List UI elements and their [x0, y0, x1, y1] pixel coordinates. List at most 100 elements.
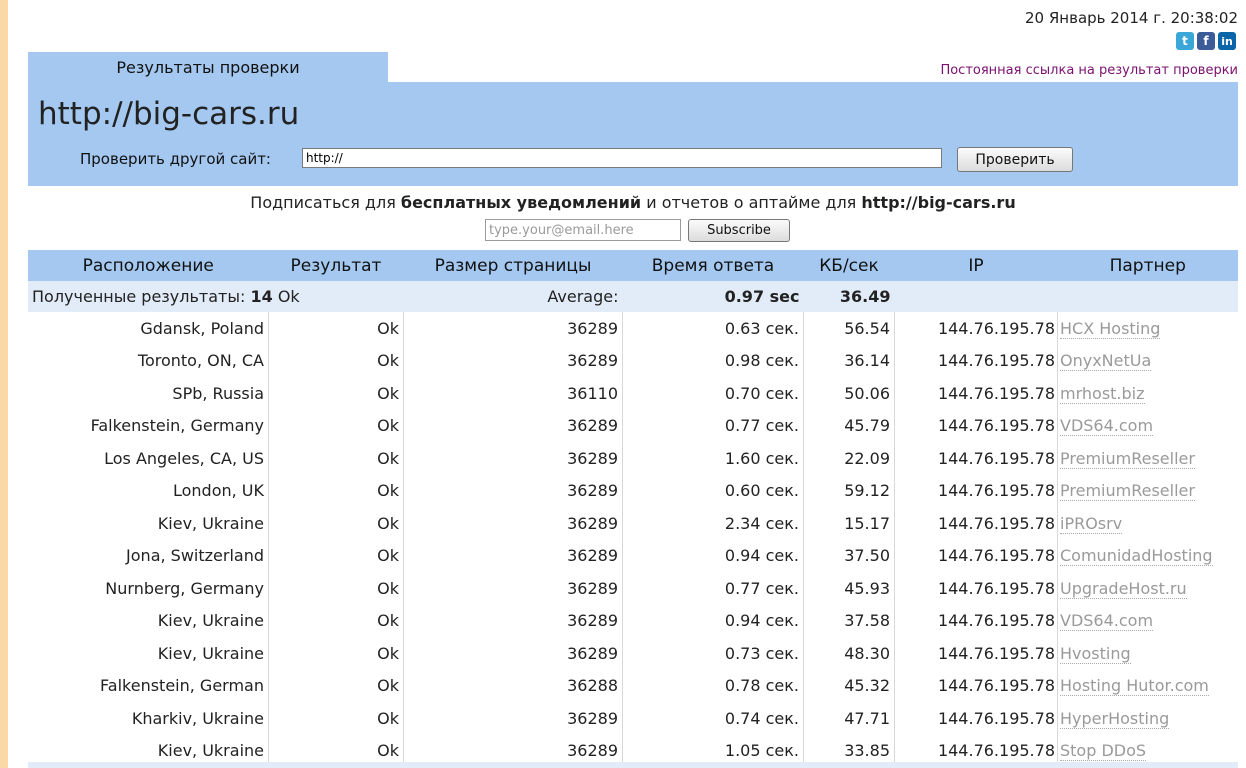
cell-kb: 56.54 [803, 312, 895, 345]
table-row: Toronto, ON, CA Ok 36289 0.98 сек. 36.14 144.… [28, 344, 1238, 377]
permalink-link[interactable]: Постоянная ссылка на результат проверки [940, 63, 1238, 78]
cell-size: 36289 [403, 344, 623, 377]
tab-results[interactable]: Результаты проверки [28, 52, 388, 82]
partner-link[interactable]: Hvosting [1060, 643, 1131, 664]
cell-kb: 36.14 [803, 344, 895, 377]
cell-time: 0.77 сек. [622, 572, 804, 605]
cell-partner: ComunidadHosting [1058, 540, 1239, 573]
cell-partner: VDS64.com [1058, 605, 1239, 638]
cell-size: 36289 [403, 604, 623, 637]
cell-result: Ok [268, 669, 404, 702]
summary-average-time: 0.97 sec [724, 287, 800, 306]
cell-location: Nurnberg, Germany [28, 572, 269, 605]
cell-location: Kiev, Ukraine [28, 507, 269, 540]
cell-ip: 144.76.195.78 [894, 442, 1058, 475]
table-row: Nurnberg, Germany Ok 36289 0.77 сек. 45.93 14… [28, 572, 1238, 605]
cell-location: Kharkiv, Ukraine [28, 702, 269, 735]
facebook-icon[interactable]: f [1197, 32, 1215, 50]
partner-link[interactable]: iPROsrv [1060, 513, 1123, 534]
table-row: Los Angeles, CA, US Ok 36289 1.60 сек. 22.09… [28, 442, 1238, 475]
partner-link[interactable]: UpgradeHost.ru [1060, 578, 1187, 599]
cell-result: Ok [268, 442, 404, 475]
cell-kb: 48.30 [803, 637, 895, 670]
cell-ip: 144.76.195.78 [894, 507, 1058, 540]
cell-partner: Hvosting [1058, 637, 1239, 670]
summary-results: Полученные результаты: 14 Ok [28, 281, 404, 312]
summary-count: 14 [250, 287, 273, 306]
cell-size: 36289 [403, 442, 623, 475]
partner-link[interactable]: HCX Hosting [1060, 318, 1161, 339]
cell-time: 0.78 сек. [622, 669, 804, 702]
cell-kb: 45.93 [803, 572, 895, 605]
cell-time: 0.94 сек. [622, 539, 804, 572]
table-row: SPb, Russia Ok 36110 0.70 сек. 50.06 144.76.1… [28, 377, 1238, 410]
results-table: Расположение Результат Размер страницы В… [28, 250, 1238, 767]
col-location: Расположение [82, 255, 214, 276]
partner-link[interactable]: HyperHosting [1060, 708, 1170, 729]
summary-label: Полученные результаты: [32, 287, 251, 306]
partner-link[interactable]: OnyxNetUa [1060, 351, 1152, 372]
partner-link[interactable]: PremiumReseller [1060, 448, 1195, 469]
cell-result: Ok [268, 572, 404, 605]
cell-time: 0.73 сек. [622, 637, 804, 670]
cell-partner: UpgradeHost.ru [1058, 572, 1239, 605]
col-kb: КБ/сек [819, 255, 879, 276]
cell-ip: 144.76.195.78 [894, 344, 1058, 377]
site-panel: http://big-cars.ru Проверить другой сайт… [28, 82, 1238, 186]
cell-size: 36288 [403, 669, 623, 702]
summary-average-label: Average: [547, 287, 619, 306]
cell-size: 36289 [403, 312, 623, 345]
cell-time: 0.98 сек. [622, 344, 804, 377]
cell-size: 36289 [403, 572, 623, 605]
subscribe-site: http://big-cars.ru [861, 193, 1016, 212]
check-url-input[interactable] [302, 148, 942, 168]
summary-row: Полученные результаты: 14 Ok Average: 0.… [28, 281, 1238, 312]
cell-partner: Hosting Hutor.com [1058, 670, 1239, 703]
cell-location: Kiev, Ukraine [28, 637, 269, 670]
partner-link[interactable]: Stop DDoS [1060, 741, 1147, 762]
subscribe-text: Подписаться для бесплатных уведомлений и… [28, 193, 1238, 212]
cell-result: Ok [268, 604, 404, 637]
cell-ip: 144.76.195.78 [894, 572, 1058, 605]
cell-kb: 45.79 [803, 409, 895, 442]
cell-kb: 15.17 [803, 507, 895, 540]
cell-result: Ok [268, 312, 404, 345]
cell-kb: 59.12 [803, 474, 895, 507]
cell-ip: 144.76.195.78 [894, 604, 1058, 637]
cell-size: 36289 [403, 409, 623, 442]
table-row: Kiev, Ukraine Ok 36289 2.34 сек. 15.17 144.76… [28, 507, 1238, 540]
cell-ip: 144.76.195.78 [894, 377, 1058, 410]
cell-location: Gdansk, Poland [28, 312, 269, 345]
table-row: Kharkiv, Ukraine Ok 36289 0.74 сек. 47.71 144… [28, 702, 1238, 735]
summary-empty-partner [1058, 281, 1239, 312]
cell-location: London, UK [28, 474, 269, 507]
linkedin-icon[interactable]: in [1218, 32, 1236, 50]
partner-link[interactable]: Hosting Hutor.com [1060, 676, 1209, 697]
partner-link[interactable]: ComunidadHosting [1060, 546, 1213, 567]
partner-link[interactable]: PremiumReseller [1060, 481, 1195, 502]
check-button[interactable]: Проверить [957, 147, 1073, 172]
cell-partner: mrhost.biz [1058, 377, 1239, 410]
cell-kb: 45.32 [803, 669, 895, 702]
subscribe-prefix: Подписаться для [250, 193, 401, 212]
cell-partner: HyperHosting [1058, 702, 1239, 735]
partner-link[interactable]: VDS64.com [1060, 611, 1154, 632]
cell-ip: 144.76.195.78 [894, 702, 1058, 735]
partner-link[interactable]: mrhost.biz [1060, 383, 1145, 404]
cell-size: 36289 [403, 539, 623, 572]
current-datetime: 20 Январь 2014 г. 20:38:02 [1025, 9, 1238, 27]
subscribe-button[interactable]: Subscribe [688, 219, 790, 242]
cell-location: SPb, Russia [28, 377, 269, 410]
cell-partner: iPROsrv [1058, 507, 1239, 540]
table-row: Kiev, Ukraine Ok 36289 0.73 сек. 48.30 144.76… [28, 637, 1238, 670]
partner-link[interactable]: VDS64.com [1060, 416, 1154, 437]
cell-result: Ok [268, 637, 404, 670]
table-bottom-band [28, 762, 1238, 768]
cell-location: Falkenstein, Germany [28, 409, 269, 442]
cell-time: 0.77 сек. [622, 409, 804, 442]
twitter-icon[interactable]: t [1176, 32, 1194, 50]
cell-kb: 22.09 [803, 442, 895, 475]
email-input[interactable] [485, 219, 681, 241]
cell-ip: 144.76.195.78 [894, 539, 1058, 572]
cell-kb: 37.58 [803, 604, 895, 637]
